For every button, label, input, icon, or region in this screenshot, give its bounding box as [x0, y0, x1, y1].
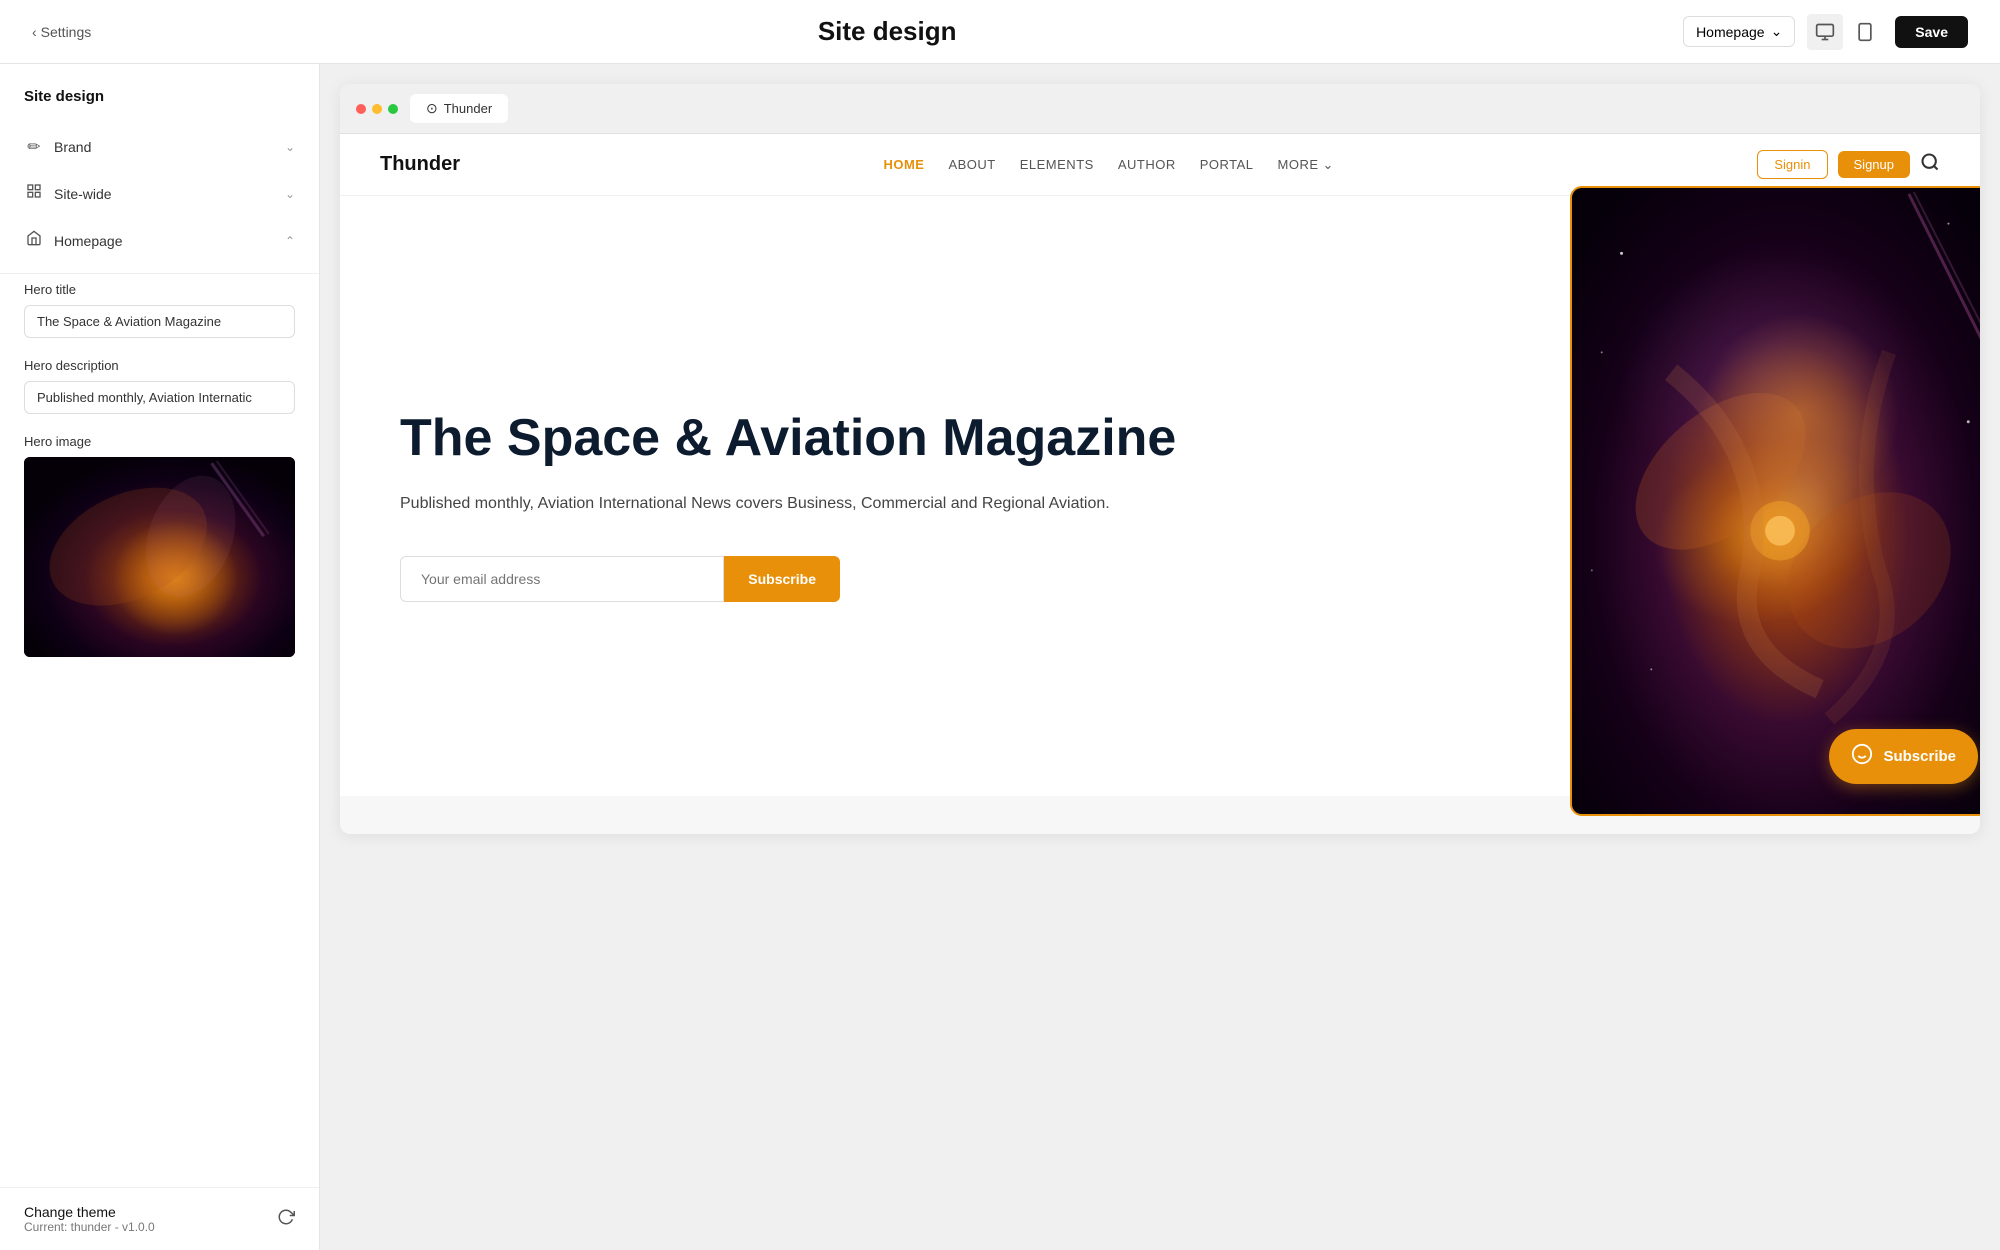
hero-title-label: Hero title — [24, 282, 295, 297]
main-layout: Site design ✏ Brand ⌄ Site-wide ⌄ — [0, 64, 2000, 1250]
desktop-device-button[interactable] — [1807, 14, 1843, 50]
sidebar-header: Site design — [0, 64, 319, 125]
signin-button[interactable]: Signin — [1757, 150, 1827, 179]
device-icons — [1807, 14, 1883, 50]
edit-icon: ✏ — [24, 137, 44, 157]
hero-image-bg — [1572, 188, 1980, 814]
website-preview: Thunder HOME ABOUT ELEMENTS AUTHOR PORTA… — [340, 134, 1980, 796]
sidebar-item-site-wide[interactable]: Site-wide ⌄ — [12, 171, 307, 216]
homepage-dropdown[interactable]: Homepage ⌄ — [1683, 16, 1795, 47]
home-icon — [24, 230, 44, 251]
nav-item-portal[interactable]: PORTAL — [1200, 157, 1254, 172]
hero-image-box: Subscribe — [1570, 186, 1980, 816]
change-theme-label: Change theme — [24, 1204, 155, 1220]
sidebar-divider — [0, 273, 319, 274]
floating-subscribe-button[interactable]: Subscribe — [1829, 729, 1978, 784]
nav-item-author[interactable]: AUTHOR — [1118, 157, 1176, 172]
nav-item-home[interactable]: HOME — [883, 157, 924, 172]
browser-dot-red — [356, 104, 366, 114]
hero-title-field-group: Hero title — [24, 282, 295, 338]
sidebar-sitewide-label: Site-wide — [54, 186, 112, 202]
page-title: Site design — [818, 16, 957, 47]
top-bar-right: Homepage ⌄ Save — [1683, 14, 1968, 50]
hero-image-field-group: Hero image — [24, 434, 295, 657]
dropdown-label: Homepage — [1696, 24, 1765, 40]
top-bar: ‹ Settings Site design Homepage ⌄ Save — [0, 0, 2000, 64]
subscribe-button[interactable]: Subscribe — [724, 556, 840, 602]
hero-left: The Space & Aviation Magazine Published … — [340, 196, 1550, 796]
browser-dots — [356, 104, 398, 114]
user-circle-icon — [1851, 743, 1873, 770]
site-nav-right: Signin Signup — [1757, 150, 1940, 179]
hero-image-canvas — [24, 457, 295, 657]
top-bar-left: ‹ Settings — [32, 24, 91, 40]
preview-area: ⊙ Thunder Thunder HOME ABOUT ELEMENTS AU… — [320, 64, 2000, 1250]
sidebar-nav: ✏ Brand ⌄ Site-wide ⌄ — [0, 125, 319, 265]
chevron-up-icon: ⌃ — [285, 234, 295, 248]
back-icon: ‹ — [32, 24, 37, 40]
nav-item-more[interactable]: MORE ⌄ — [1278, 157, 1334, 173]
browser-dot-green — [388, 104, 398, 114]
hero-title: The Space & Aviation Magazine — [400, 410, 1490, 467]
sidebar: Site design ✏ Brand ⌄ Site-wide ⌄ — [0, 64, 320, 1250]
browser-dot-yellow — [372, 104, 382, 114]
hero-right: Subscribe — [1550, 196, 1980, 796]
mobile-device-button[interactable] — [1847, 14, 1883, 50]
browser-tab: ⊙ Thunder — [410, 94, 508, 123]
back-link[interactable]: ‹ Settings — [32, 24, 91, 40]
site-logo: Thunder — [380, 153, 460, 176]
chevron-down-icon: ⌄ — [285, 187, 295, 201]
nav-item-about[interactable]: ABOUT — [948, 157, 995, 172]
hero-section: The Space & Aviation Magazine Published … — [340, 196, 1980, 796]
hero-description: Published monthly, Aviation Internationa… — [400, 491, 1490, 517]
chevron-down-icon: ⌄ — [285, 140, 295, 154]
grid-icon — [24, 183, 44, 204]
hero-desc-field-group: Hero description — [24, 358, 295, 414]
site-menu: HOME ABOUT ELEMENTS AUTHOR PORTAL MORE ⌄ — [883, 157, 1334, 173]
sidebar-brand-label: Brand — [54, 139, 91, 155]
floating-subscribe-label: Subscribe — [1883, 748, 1956, 765]
email-input[interactable] — [400, 556, 724, 602]
browser-bar: ⊙ Thunder — [340, 84, 1980, 134]
sidebar-item-homepage[interactable]: Homepage ⌃ — [12, 218, 307, 263]
hero-title-input[interactable] — [24, 305, 295, 338]
search-button[interactable] — [1920, 152, 1940, 177]
sidebar-fields: Hero title Hero description Hero image — [0, 282, 319, 677]
chevron-down-icon: ⌄ — [1323, 157, 1334, 173]
hero-email-row: Subscribe — [400, 556, 840, 602]
hero-desc-label: Hero description — [24, 358, 295, 373]
hero-image-label: Hero image — [24, 434, 295, 449]
sidebar-section-title: Site design — [24, 88, 295, 105]
browser-tab-label: Thunder — [444, 101, 492, 116]
current-theme-label: Current: thunder - v1.0.0 — [24, 1220, 155, 1234]
refresh-icon[interactable] — [277, 1208, 295, 1231]
browser-frame: ⊙ Thunder Thunder HOME ABOUT ELEMENTS AU… — [340, 84, 1980, 834]
nav-item-elements[interactable]: ELEMENTS — [1020, 157, 1094, 172]
thunder-favicon: ⊙ — [426, 100, 438, 117]
sidebar-bottom: Change theme Current: thunder - v1.0.0 — [0, 1187, 319, 1250]
signup-button[interactable]: Signup — [1838, 151, 1910, 178]
chevron-down-icon: ⌄ — [1771, 23, 1783, 40]
back-label: Settings — [41, 24, 92, 40]
save-button[interactable]: Save — [1895, 16, 1968, 48]
sidebar-item-brand[interactable]: ✏ Brand ⌄ — [12, 125, 307, 169]
sidebar-homepage-label: Homepage — [54, 233, 123, 249]
hero-image-preview[interactable] — [24, 457, 295, 657]
hero-desc-input[interactable] — [24, 381, 295, 414]
